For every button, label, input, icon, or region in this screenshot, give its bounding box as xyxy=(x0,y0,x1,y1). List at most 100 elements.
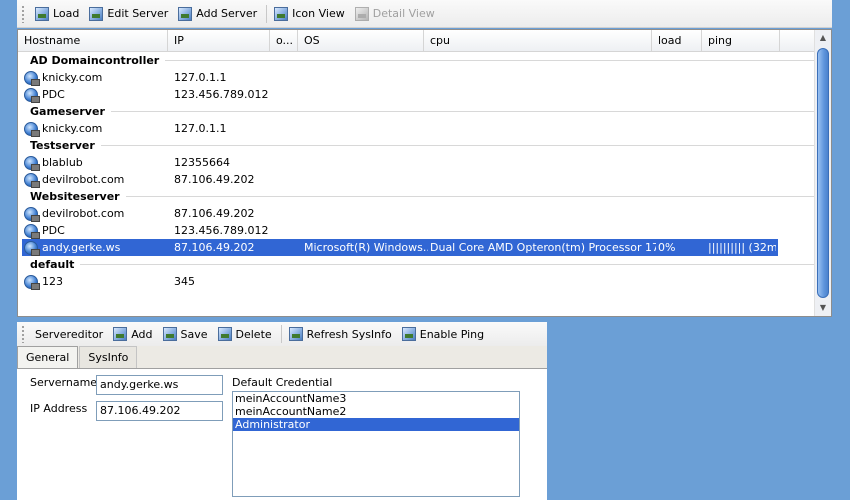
list-body: AD Domaincontroller knicky.com 127.0.1.1… xyxy=(18,52,831,290)
server-globe-icon xyxy=(24,70,40,86)
ip-cell: 123.456.789.012 xyxy=(174,224,269,237)
load-cell xyxy=(656,86,706,103)
group-header[interactable]: Websiteserver xyxy=(18,188,831,205)
servereditor-label: Servereditor xyxy=(35,327,104,341)
server-globe-icon xyxy=(24,206,40,222)
server-globe-icon xyxy=(24,240,40,256)
column-header-hostname[interactable]: Hostname xyxy=(18,30,168,51)
group-header[interactable]: Testserver xyxy=(18,137,831,154)
cpu-cell xyxy=(428,205,656,222)
hostname-cell: 123 xyxy=(22,273,172,290)
hostname-cell: PDC xyxy=(22,86,172,103)
server-globe-icon xyxy=(24,155,40,171)
ping-cell xyxy=(706,86,776,103)
edit-server-button[interactable]: Edit Server xyxy=(85,3,172,25)
table-row[interactable]: knicky.com 127.0.1.1 xyxy=(22,69,831,86)
group-header[interactable]: Gameserver xyxy=(18,103,831,120)
toolbar-separator xyxy=(266,4,268,23)
group-header[interactable]: default xyxy=(18,256,831,273)
ping-cell xyxy=(706,69,776,86)
credential-listbox[interactable]: meinAccountName3 meinAccountName2 Administ… xyxy=(232,391,520,497)
table-row[interactable]: 123 345 xyxy=(22,273,831,290)
delete-button[interactable]: Delete xyxy=(214,323,276,345)
load-cell xyxy=(656,120,706,137)
ping-cell xyxy=(706,273,776,290)
refresh-sysinfo-button[interactable]: Refresh SysInfo xyxy=(285,323,396,345)
add-server-button[interactable]: Add Server xyxy=(174,3,261,25)
column-header-load[interactable]: load xyxy=(652,30,702,51)
credential-item[interactable]: meinAccountName2 xyxy=(233,405,519,418)
ping-cell xyxy=(706,205,776,222)
icon-view-button[interactable]: Icon View xyxy=(270,3,349,25)
credential-item[interactable]: Administrator xyxy=(233,418,519,431)
toolbar-grip[interactable] xyxy=(21,325,25,343)
edit-server-icon xyxy=(89,6,104,21)
table-row[interactable]: devilrobot.com 87.106.49.202 xyxy=(22,205,831,222)
cpu-cell xyxy=(428,222,656,239)
scroll-up-icon[interactable]: ▲ xyxy=(815,30,831,46)
scroll-thumb[interactable] xyxy=(817,48,829,298)
column-header-ip[interactable]: IP xyxy=(168,30,270,51)
save-button[interactable]: Save xyxy=(159,323,212,345)
ip-cell: 87.106.49.202 xyxy=(174,173,255,186)
column-header-os[interactable]: OS xyxy=(298,30,424,51)
add-server-icon xyxy=(178,6,193,21)
add-button[interactable]: Add xyxy=(109,323,156,345)
server-editor-toolbar: Servereditor Add Save Delete Refresh Sys… xyxy=(17,322,547,346)
default-credential-label: Default Credential xyxy=(232,376,333,389)
os-cell xyxy=(302,171,428,188)
hostname-cell: devilrobot.com xyxy=(22,171,172,188)
load-cell xyxy=(656,205,706,222)
os-cell xyxy=(302,69,428,86)
column-header-ping[interactable]: ping xyxy=(702,30,780,51)
toolbar-grip[interactable] xyxy=(21,4,25,23)
hostname-cell: PDC xyxy=(22,222,172,239)
ip-address-input[interactable]: 87.106.49.202 xyxy=(96,401,223,421)
hostname-cell: knicky.com xyxy=(22,69,172,86)
servername-input[interactable]: andy.gerke.ws xyxy=(96,375,223,395)
os-cell xyxy=(302,120,428,137)
cpu-cell xyxy=(428,86,656,103)
group-header[interactable]: AD Domaincontroller xyxy=(18,52,831,69)
server-globe-icon xyxy=(24,223,40,239)
delete-icon xyxy=(217,327,232,341)
column-header-o[interactable]: o... xyxy=(270,30,298,51)
cpu-cell xyxy=(428,120,656,137)
detail-view-icon xyxy=(354,6,369,21)
cpu-cell xyxy=(428,69,656,86)
server-editor-panel: General SysInfo Servername andy.gerke.ws… xyxy=(17,346,547,500)
group-title: Websiteserver xyxy=(30,190,120,203)
os-cell xyxy=(302,205,428,222)
credential-item[interactable]: meinAccountName3 xyxy=(233,392,519,405)
tab-sysinfo[interactable]: SysInfo xyxy=(79,346,138,368)
enable-ping-button[interactable]: Enable Ping xyxy=(398,323,488,345)
ip-cell: 127.0.1.1 xyxy=(174,122,227,135)
table-row[interactable]: devilrobot.com 87.106.49.202 xyxy=(22,171,831,188)
hostname-cell: blablub xyxy=(22,154,172,171)
server-list[interactable]: Hostname IP o... OS cpu load ping AD Dom… xyxy=(17,29,832,317)
os-cell xyxy=(302,86,428,103)
servername-label: Servername xyxy=(30,376,98,389)
table-row[interactable]: PDC 123.456.789.012 xyxy=(22,222,831,239)
group-divider xyxy=(110,111,819,112)
group-title: Gameserver xyxy=(30,105,105,118)
table-row[interactable]: PDC 123.456.789.012 xyxy=(22,86,831,103)
table-row[interactable]: andy.gerke.ws 87.106.49.202 Microsoft(R)… xyxy=(22,239,778,256)
ping-cell xyxy=(706,154,776,171)
editor-tabs: General SysInfo xyxy=(17,346,138,368)
detail-view-button[interactable]: Detail View xyxy=(351,3,439,25)
server-globe-icon xyxy=(24,121,40,137)
table-row[interactable]: blablub 12355664 xyxy=(22,154,831,171)
vertical-scrollbar[interactable]: ▲ ▼ xyxy=(814,30,831,316)
ip-address-label: IP Address xyxy=(30,402,88,415)
toolbar-separator xyxy=(280,325,282,343)
load-button[interactable]: Load xyxy=(31,3,83,25)
tab-general[interactable]: General xyxy=(17,346,79,368)
column-header-cpu[interactable]: cpu xyxy=(424,30,652,51)
group-title: Testserver xyxy=(30,139,95,152)
table-row[interactable]: knicky.com 127.0.1.1 xyxy=(22,120,831,137)
scroll-down-icon[interactable]: ▼ xyxy=(815,300,831,316)
os-cell: Microsoft(R) Windows... xyxy=(304,241,428,254)
server-globe-icon xyxy=(24,274,40,290)
group-divider xyxy=(100,145,819,146)
